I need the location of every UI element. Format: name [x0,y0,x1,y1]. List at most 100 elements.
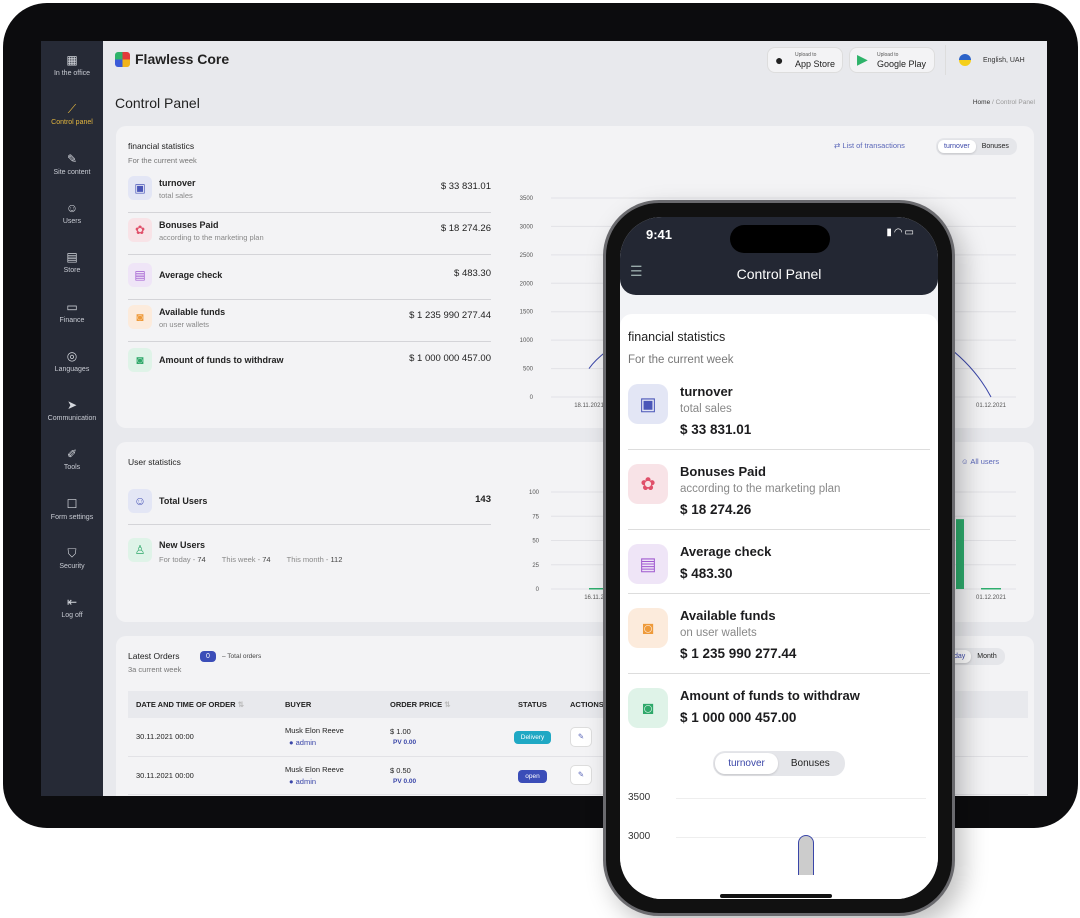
status-badge: Delivery [513,731,552,745]
row-subtitle: total sales [159,191,193,200]
sidebar-item-label: In the office [53,70,91,77]
edit-icon[interactable]: ✎ [570,726,592,747]
stat-icon: ◙ [628,688,668,728]
row-title: Amount of funds to withdraw [680,688,860,703]
sidebar-item-label: Finance [59,316,85,324]
row-title: New Users [159,540,206,550]
row-title: Amount of funds to withdraw [159,355,284,365]
chart-peak [798,835,814,875]
col-status: STATUS [518,700,547,709]
y-tick-label: 3500 [628,792,651,803]
sidebar-item-tools[interactable]: ✐ Tools [41,447,103,471]
sidebar-item-control-panel[interactable]: ⟋ Control panel [41,102,103,126]
role-label: admin [295,776,317,786]
page-title: Control Panel [115,95,200,111]
sidebar-item-log-off[interactable]: ⇤ Log off [41,595,103,619]
y-tick-label: 25 [532,563,539,569]
buyer-name: Musk Elon Reeve [285,764,344,774]
row-title: Available funds [680,608,776,623]
col-buyer: BUYER [285,700,312,709]
sort-icon: ⇅ [444,700,451,709]
all-users-link[interactable]: ☺ All users [961,457,999,466]
sidebar-item-users[interactable]: ☺ Users [41,201,103,225]
week-value: 74 [262,555,271,564]
orders-count-badge: 0 [200,651,216,662]
month-label: This month - [286,555,331,564]
google-play-icon: ▶ [857,51,868,67]
app-store-button[interactable]: ● Upload to App Store [767,47,843,73]
logout-icon: ⇤ [66,595,78,610]
order-price: $ 0.50 [390,765,411,775]
google-play-button[interactable]: ▶ Upload to Google Play [849,47,935,73]
row-title: Available funds [159,307,226,317]
row-title: turnover [159,178,196,188]
sidebar-item-languages[interactable]: ◎ Languages [41,349,103,373]
logo[interactable]: Flawless Core [115,51,229,67]
buyer-role[interactable]: ● admin [285,777,390,786]
stat-row: ▤ Average check $ 483.30 [128,263,491,303]
tab-turnover[interactable]: turnover [938,140,976,153]
row-subtitle: on user wallets [159,320,210,329]
buyer-role[interactable]: ● admin [285,738,390,747]
phone-chart: 3500 3000 [628,792,930,875]
sidebar-item-store[interactable]: ▤ Store [41,250,103,274]
users-icon: ☺ [65,200,79,215]
card-subtitle: For the current week [628,354,734,366]
tab-turnover[interactable]: turnover [715,753,778,774]
stat-icon: ▤ [128,263,152,287]
dynamic-island [730,225,830,253]
col-price[interactable]: ORDER PRICE ⇅ [390,691,495,718]
sort-icon: ⇅ [237,700,244,709]
cash-icon: ▭ [66,299,78,314]
card-title: User statistics [128,457,181,467]
col-date[interactable]: DATE AND TIME OF ORDER ⇅ [128,691,285,718]
sidebar-item-form-settings[interactable]: ☐ Form settings [41,497,103,521]
row-title: Average check [680,544,772,559]
stat-icon: ▣ [628,384,668,424]
stat-row: ◙ Amount of funds to withdraw $ 1 000 00… [128,348,491,388]
row-value: $ 18 274.26 [440,223,491,234]
edit-doc-icon: ✎ [66,151,78,166]
divider [128,212,491,213]
phone-stat-row: ◙ Available funds on user wallets $ 1 23… [628,594,930,674]
row-value: $ 18 274.26 [680,502,752,517]
stat-icon: ◙ [128,305,152,329]
sidebar-item-security[interactable]: ⛉ Security [41,546,103,570]
language-selector[interactable]: English, UAH [959,54,1025,66]
phone-frame: 9:41 ▮◠▭ ☰ Control Panel financial stati… [603,200,955,916]
app-name: Flawless Core [135,51,230,67]
grid-icon: ▦ [66,53,78,67]
tab-bonuses[interactable]: Bonuses [976,140,1015,153]
list-of-transactions-link[interactable]: ⇄ List of transactions [834,141,905,150]
bar [981,588,1001,590]
card-title: financial statistics [628,330,726,344]
sidebar-item-label: Control panel [51,119,93,127]
row-value: $ 1 235 990 277.44 [409,310,491,321]
send-icon: ➤ [66,398,78,413]
card-subtitle: 3a current week [128,665,182,674]
sidebar-item-finance[interactable]: ▭ Finance [41,300,103,324]
month-value: 112 [330,555,343,564]
edit-icon[interactable]: ✎ [570,765,592,785]
sidebar-item-site-content[interactable]: ✎ Site content [41,152,103,176]
stat-icon: ✿ [628,464,668,504]
tab-bonuses[interactable]: Bonuses [778,753,843,774]
divider [128,299,491,300]
card-subtitle: For the current week [128,156,197,165]
total-users-value: 143 [475,494,491,505]
tab-month[interactable]: Month [971,650,1002,663]
sidebar-item-communication[interactable]: ➤ Communication [41,398,103,422]
col-label: ORDER PRICE [390,700,443,709]
row-subtitle: according to the marketing plan [680,483,841,495]
sidebar-item-in-the-office[interactable]: ▦ In the office [41,53,103,77]
new-users-breakdown: For today - 74 This week - 74 This month… [159,555,499,564]
sidebar-item-label: Log off [61,612,83,620]
breadcrumb-home[interactable]: Home [973,99,990,106]
stat-row: ◙ Available funds on user wallets $ 1 23… [128,305,491,345]
users-icon: ☺ [961,457,971,466]
y-tick-label: 3000 [628,831,651,842]
link-label: List of transactions [842,141,905,150]
stat-icon: ▣ [128,176,152,200]
phone-stat-row: ✿ Bonuses Paid according to the marketin… [628,450,930,530]
row-title: Total Users [159,496,208,506]
